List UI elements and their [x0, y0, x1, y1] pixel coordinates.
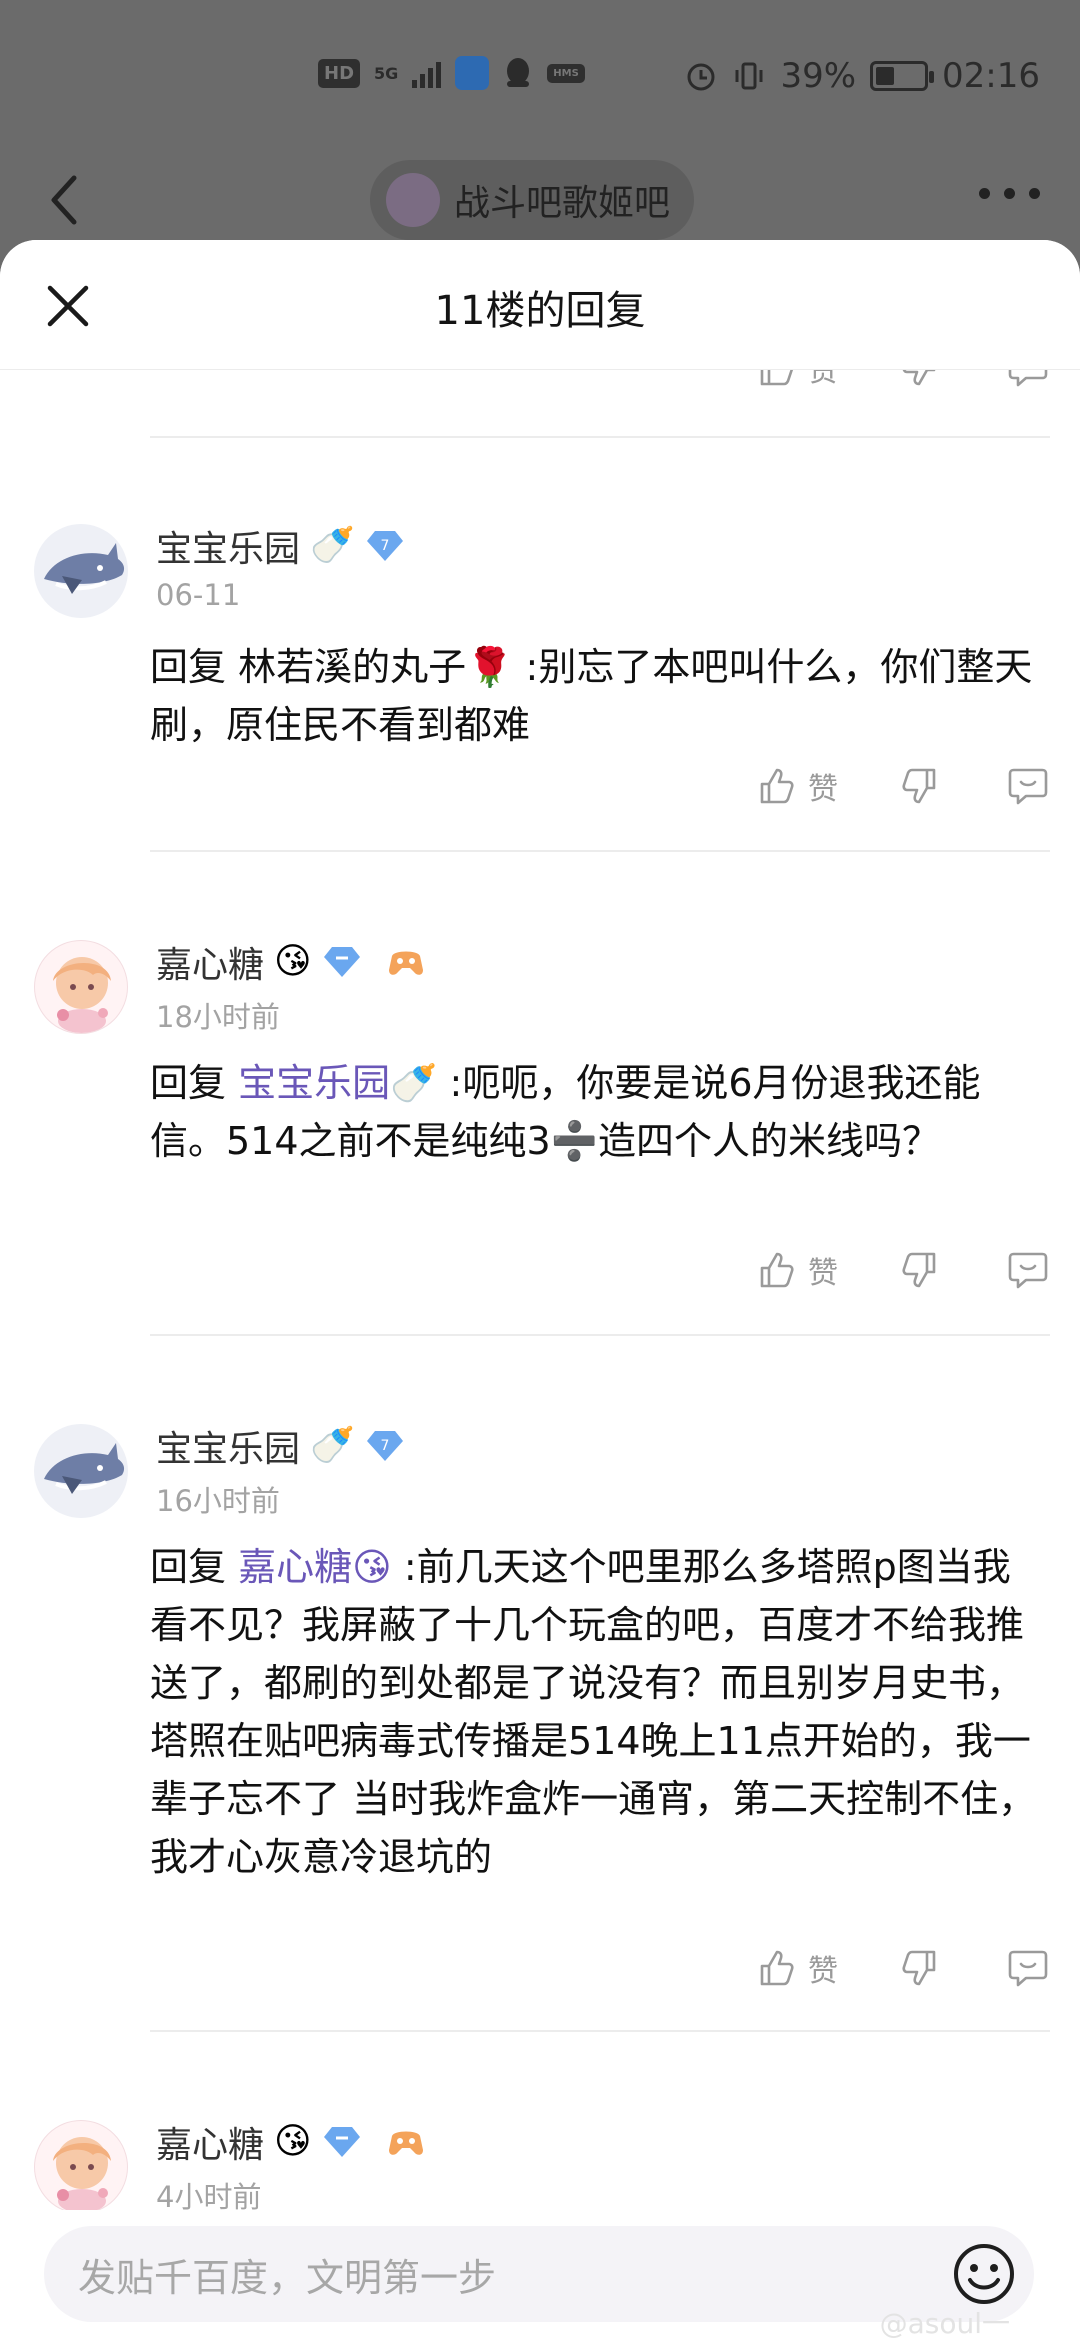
reply-prefix: 回复 — [150, 1061, 227, 1105]
post-time: 06-11 — [156, 578, 241, 612]
thumbs-down-icon — [902, 768, 936, 804]
username[interactable]: 嘉心糖 — [156, 2116, 264, 2168]
comment-body: 回复 宝宝乐园🍼 :呃呃，你要是说6月份退我还能信。514之前不是纯纯3➗造四个… — [150, 1054, 1040, 1170]
top-nav: 战斗吧歌姬吧 — [0, 150, 1080, 250]
thumbs-up-icon — [760, 1950, 794, 1986]
avatar[interactable] — [34, 524, 128, 618]
username-emoji: 😘 — [274, 2121, 312, 2162]
forum-name: 战斗吧歌姬吧 — [454, 183, 671, 224]
username[interactable]: 宝宝乐园 — [156, 1420, 300, 1472]
diamond-badge-icon — [323, 947, 360, 977]
username-row: 嘉心糖 😘 — [156, 2116, 426, 2168]
comment-body: 回复 嘉心糖😘 :前几天这个吧里那么多塔照p图当我看不见？我屏蔽了十几个玩盒的吧… — [150, 1538, 1040, 1886]
dislike-button[interactable] — [896, 1946, 1006, 1990]
hd-indicator: HD — [318, 58, 361, 88]
reply-prefix: 回复 — [150, 645, 227, 689]
comment-text: :前几天这个吧里那么多塔照p图当我看不见？我屏蔽了十几个玩盒的吧，百度才不给我推… — [150, 1545, 1037, 1879]
shark-avatar-image — [44, 1443, 125, 1494]
reply-button[interactable] — [1006, 1946, 1050, 1990]
reply-sheet: 11楼的回复 赞 宝宝乐园 🍼 7 06-11 回复 林若溪的丸子🌹 :别忘了本… — [0, 240, 1080, 2340]
network-type: 5G — [374, 63, 399, 83]
username-row: 宝宝乐园 🍼 7 — [156, 1420, 405, 1472]
avatar[interactable] — [34, 940, 128, 1034]
clock: 02:16 — [942, 56, 1040, 96]
vibrate-icon — [735, 62, 763, 90]
divider — [150, 850, 1050, 852]
reply-target[interactable]: 嘉心糖😘 — [238, 1545, 392, 1589]
avatar[interactable] — [34, 2120, 128, 2214]
app-notification-icon — [455, 56, 490, 90]
dislike-button[interactable] — [896, 1248, 1006, 1292]
like-button[interactable]: 赞 — [756, 1248, 896, 1292]
dislike-button[interactable] — [896, 764, 1006, 808]
username[interactable]: 嘉心糖 — [156, 936, 264, 988]
forum-avatar — [386, 173, 440, 227]
divider — [150, 1334, 1050, 1336]
username[interactable]: 宝宝乐园 — [156, 520, 300, 572]
reply-target[interactable]: 林若溪的丸子🌹 — [238, 645, 513, 689]
watermark: @asoul一 — [879, 2307, 1010, 2340]
like-label: 赞 — [808, 1954, 838, 1989]
game-badge-icon — [388, 951, 423, 975]
forum-pill[interactable]: 战斗吧歌姬吧 — [370, 160, 695, 240]
like-label: 赞 — [808, 772, 838, 807]
comment-body: 回复 林若溪的丸子🌹 :别忘了本吧叫什么，你们整天刷，原住民不看到都难 — [150, 638, 1040, 754]
game-badge-icon — [388, 2131, 423, 2155]
reply-target[interactable]: 宝宝乐园🍼 — [238, 1061, 437, 1105]
sheet-title: 11楼的回复 — [434, 288, 646, 334]
thumbs-down-icon — [902, 1950, 936, 1986]
username-row: 嘉心糖 😘 — [156, 936, 426, 988]
comment-icon — [1008, 1950, 1048, 1987]
thumbs-down-icon — [902, 1252, 936, 1288]
action-row: 赞 — [756, 764, 1050, 808]
reply-button[interactable] — [1006, 764, 1050, 808]
comment-icon — [1008, 1252, 1048, 1289]
post-time: 18小时前 — [156, 1000, 280, 1034]
anime-girl-avatar-image — [53, 2137, 111, 2213]
like-button[interactable]: 赞 — [756, 1946, 896, 1990]
alarm-icon — [687, 63, 715, 91]
sheet-header: 11楼的回复 — [0, 240, 1080, 370]
input-bar: 发贴千百度，文明第一步 @asoul一 — [0, 2210, 1080, 2340]
divider — [150, 436, 1050, 438]
thumbs-up-icon — [760, 1252, 794, 1288]
qq-icon — [507, 58, 530, 87]
anime-girl-avatar-image — [53, 957, 111, 1033]
like-label: 赞 — [808, 1256, 838, 1291]
username-emoji: 🍼 — [310, 525, 355, 566]
diamond-badge-icon: 7 — [366, 1431, 403, 1461]
badge-level: 7 — [380, 1438, 389, 1454]
badge-level: 7 — [380, 538, 389, 554]
diamond-badge-icon: 7 — [366, 531, 403, 561]
avatar[interactable] — [34, 1424, 128, 1518]
username-emoji: 😘 — [274, 941, 312, 982]
comment-icon — [1008, 768, 1048, 805]
shark-avatar-image — [44, 543, 125, 594]
username-row: 宝宝乐园 🍼 7 — [156, 520, 405, 572]
emoji-picker-icon[interactable] — [952, 2242, 1016, 2306]
battery-icon — [870, 61, 935, 91]
post-time: 16小时前 — [156, 1484, 280, 1518]
more-options-icon[interactable] — [979, 188, 1040, 199]
status-icons-left: HD 5G HMS — [318, 56, 585, 90]
signal-icon — [412, 58, 442, 88]
diamond-badge-icon — [323, 2127, 360, 2157]
status-bar: HD 5G HMS 39% 02:16 — [0, 0, 1080, 160]
thumbs-up-icon — [760, 768, 794, 804]
action-row: 赞 — [756, 1248, 1050, 1292]
divider — [150, 2030, 1050, 2032]
username-emoji: 🍼 — [310, 1425, 355, 1466]
reply-prefix: 回复 — [150, 1545, 227, 1589]
battery-percent: 39% — [780, 56, 857, 96]
hms-icon: HMS — [547, 63, 585, 83]
back-arrow-icon[interactable] — [44, 170, 84, 230]
reply-button[interactable] — [1006, 1248, 1050, 1292]
like-button[interactable]: 赞 — [756, 764, 896, 808]
action-row: 赞 — [756, 1946, 1050, 1990]
status-icons-right: 39% 02:16 — [684, 56, 1040, 96]
